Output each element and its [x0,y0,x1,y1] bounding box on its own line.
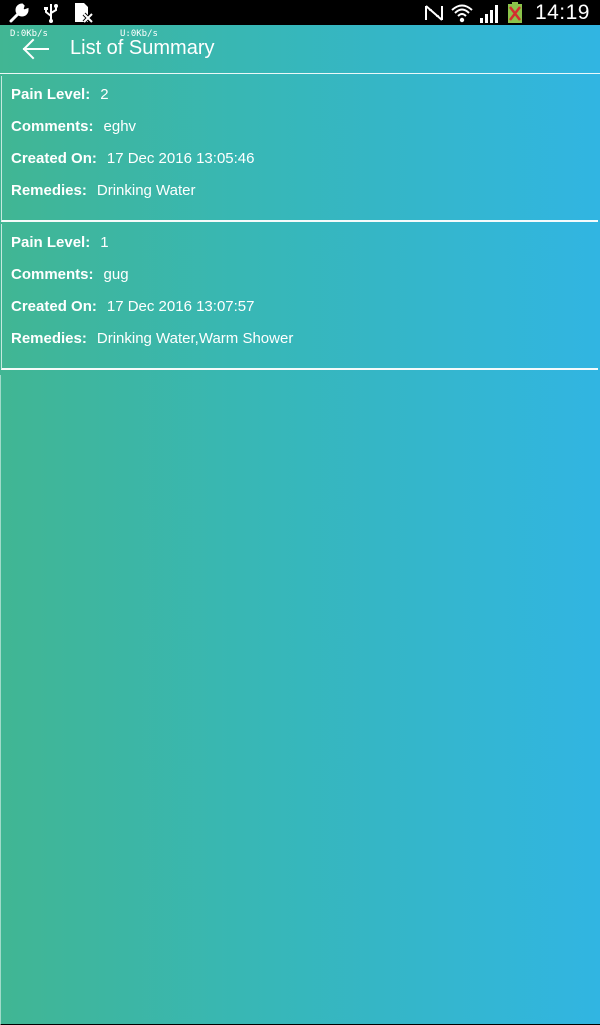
page-title: List of Summary [70,37,215,59]
remedies-row: Remedies: Drinking Water,Warm Shower [11,330,598,362]
created-on-label: Created On: [11,150,97,167]
created-on-value: 17 Dec 2016 13:05:46 [106,150,255,167]
sim-missing-icon [72,2,94,24]
created-on-row: Created On: 17 Dec 2016 13:05:46 [11,150,598,182]
list-divider-line [0,375,1,1025]
pain-level-label: Pain Level: [11,86,91,103]
created-on-value: 17 Dec 2016 13:07:57 [106,298,255,315]
remedies-label: Remedies: [11,330,87,347]
created-on-label: Created On: [11,298,97,315]
summary-item[interactable]: Pain Level: 1 Comments: gug Created On: … [1,224,598,370]
pain-level-value: 2 [100,86,109,103]
comments-row: Comments: eghv [11,118,598,150]
toolbar: D:0Kb/s U:0Kb/s List of Summary [0,25,600,74]
back-arrow-icon [22,38,49,60]
usb-icon [40,2,62,24]
back-button[interactable] [18,37,52,61]
summary-item[interactable]: Pain Level: 2 Comments: eghv Created On:… [1,76,598,222]
status-bar: 14:19 [0,0,600,25]
comments-value: gug [103,266,129,283]
signal-icon [479,2,501,24]
remedies-row: Remedies: Drinking Water [11,182,598,214]
battery-icon [507,1,529,24]
app-screen: D:0Kb/s U:0Kb/s List of Summary Pain Lev… [0,25,600,1025]
comments-label: Comments: [11,118,94,135]
created-on-row: Created On: 17 Dec 2016 13:07:57 [11,298,598,330]
pain-level-value: 1 [100,234,109,251]
remedies-label: Remedies: [11,182,87,199]
wrench-icon [8,2,30,24]
pain-level-row: Pain Level: 2 [11,86,598,118]
comments-value: eghv [103,118,137,135]
nfc-icon [423,2,445,24]
remedies-value: Drinking Water,Warm Shower [96,330,294,347]
status-bar-left [8,2,94,24]
status-time: 14:19 [534,0,590,24]
pain-level-label: Pain Level: [11,234,91,251]
wifi-icon [451,2,473,24]
comments-label: Comments: [11,266,94,283]
status-bar-right: 14:19 [423,0,590,25]
pain-level-row: Pain Level: 1 [11,234,598,266]
comments-row: Comments: gug [11,266,598,298]
remedies-value: Drinking Water [96,182,196,199]
